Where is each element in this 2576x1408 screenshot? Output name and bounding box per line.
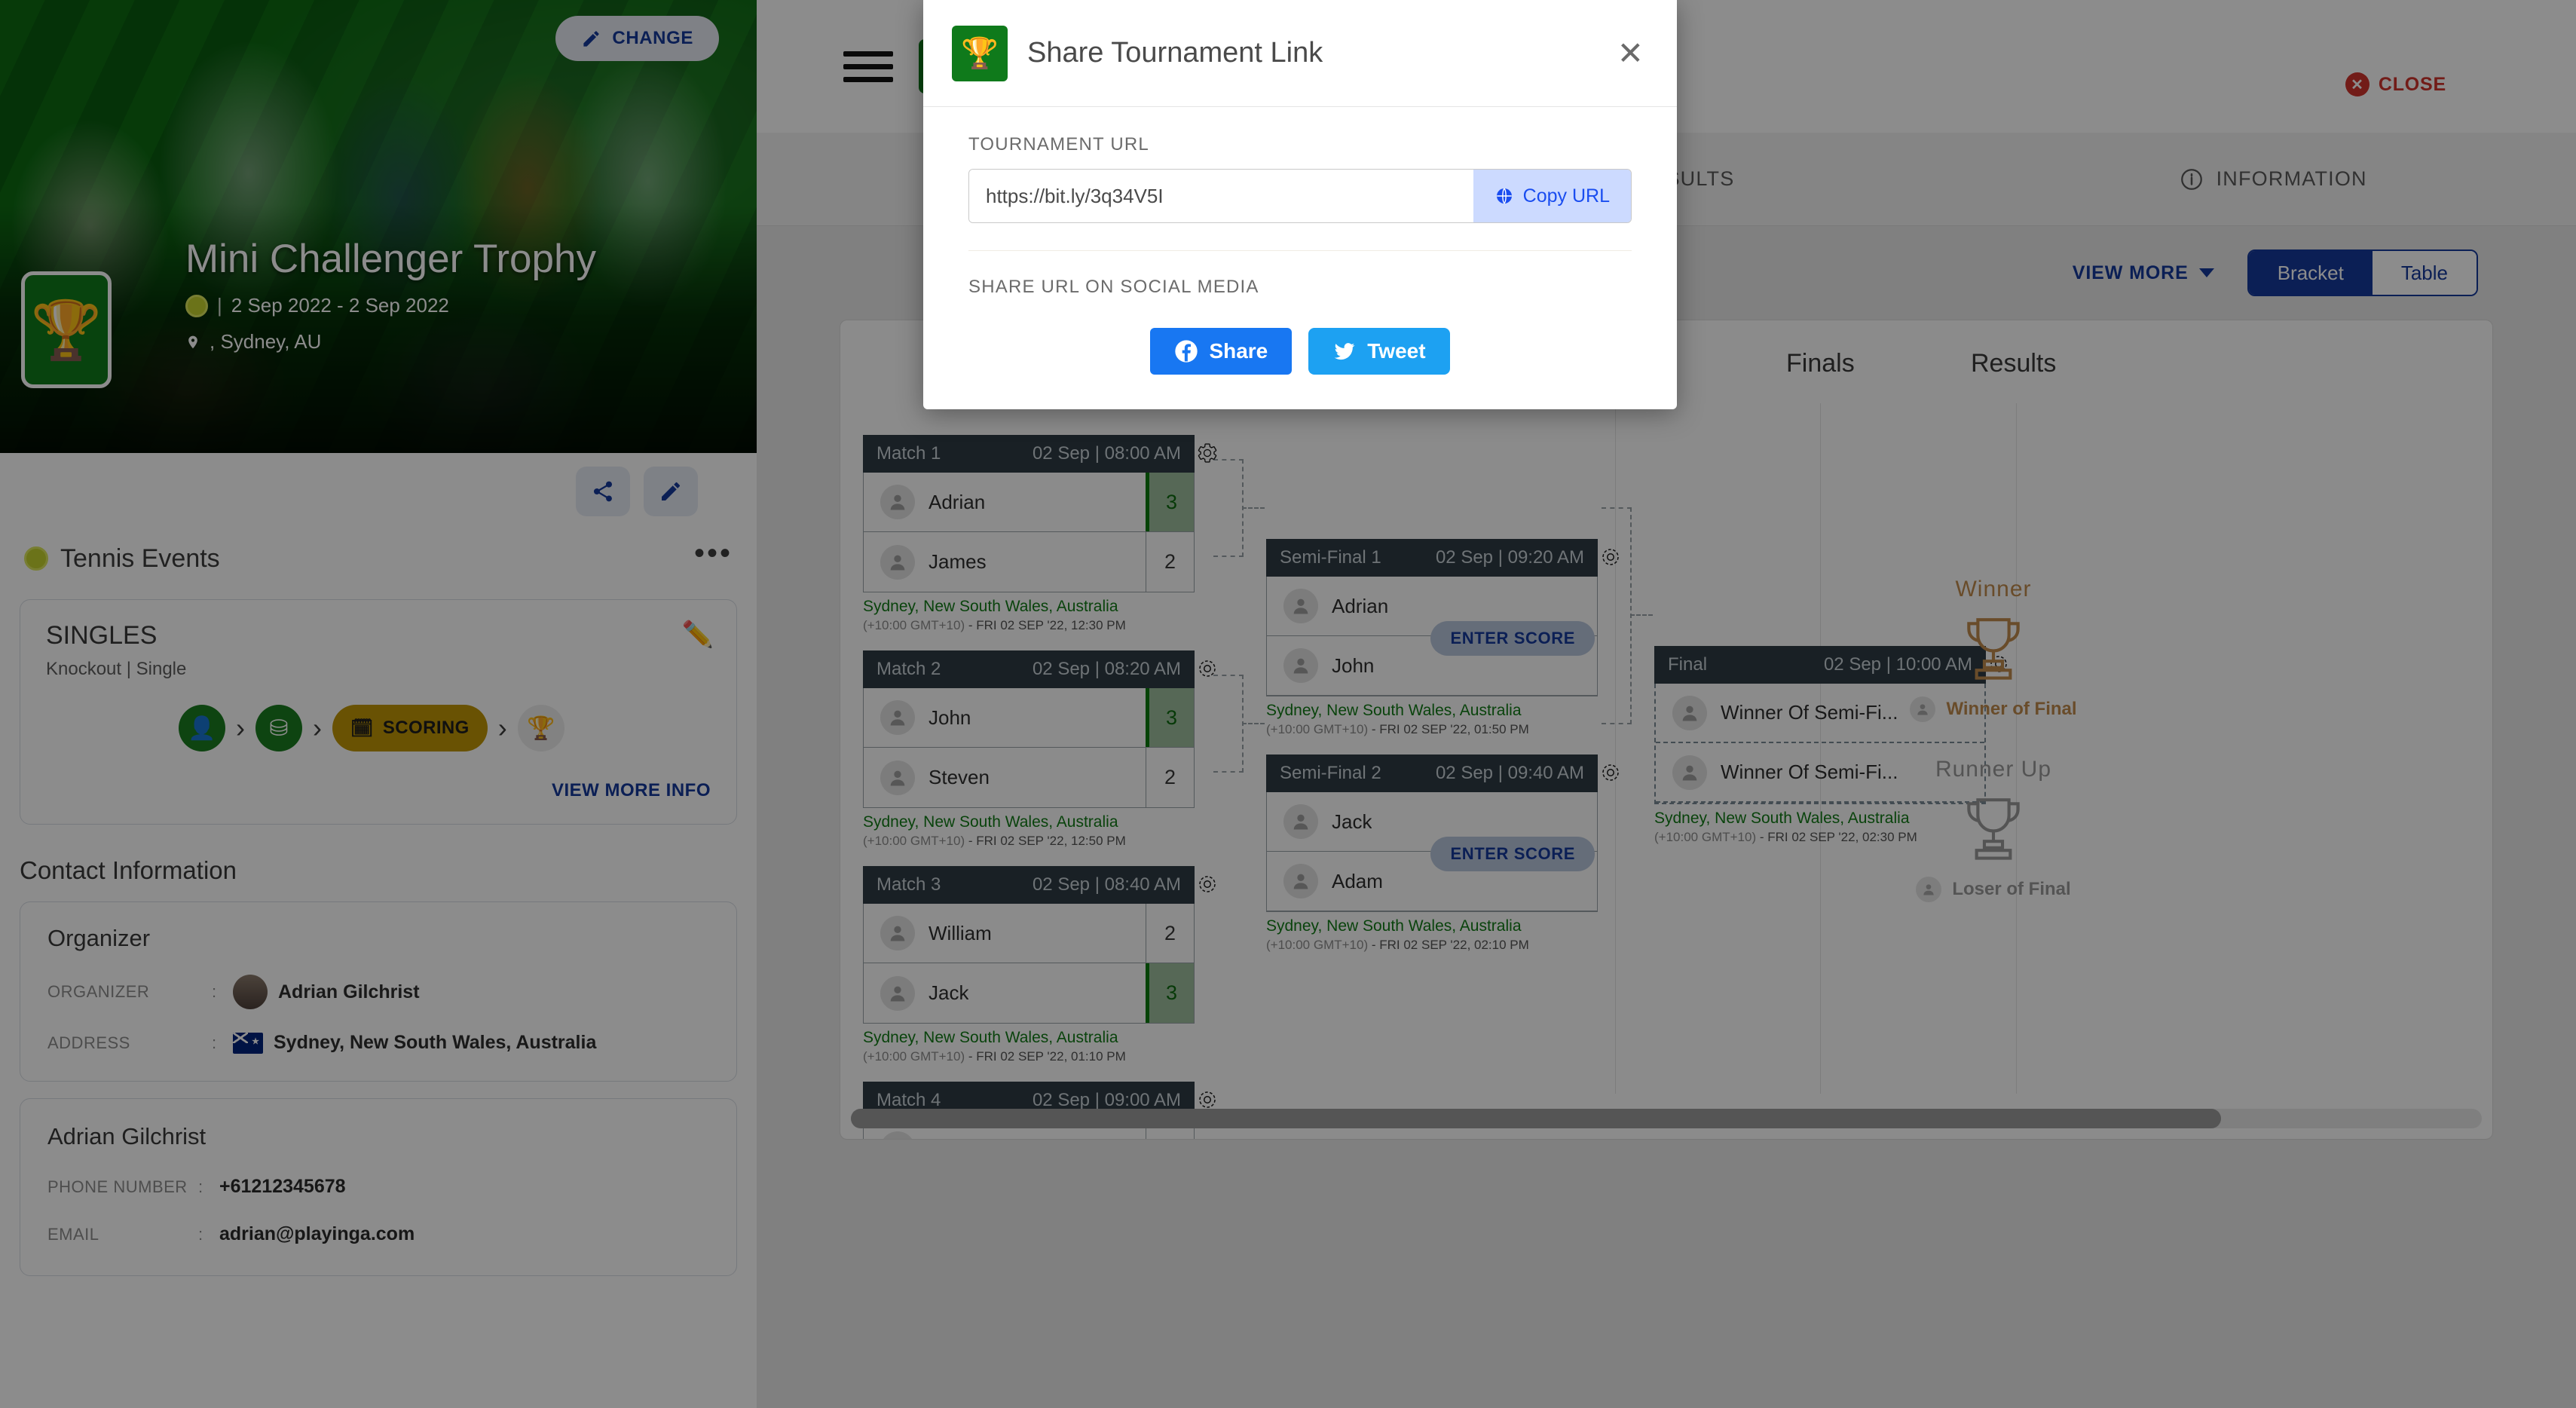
tournament-url-label: TOURNAMENT URL <box>968 134 1149 155</box>
share-tournament-modal: 🏆 Share Tournament Link ✕ TOURNAMENT URL… <box>923 0 1677 409</box>
twitter-tweet-label: Tweet <box>1367 339 1426 363</box>
social-share-label: SHARE URL ON SOCIAL MEDIA <box>968 277 1259 297</box>
twitter-icon <box>1334 343 1355 360</box>
facebook-share-button[interactable]: Share <box>1150 328 1293 375</box>
modal-title: Share Tournament Link <box>1027 37 1323 69</box>
facebook-icon <box>1175 340 1198 363</box>
copy-url-label: Copy URL <box>1522 185 1610 207</box>
facebook-share-label: Share <box>1209 339 1268 363</box>
tournament-url-row: Copy URL <box>968 169 1632 223</box>
globe-icon <box>1496 188 1512 204</box>
modal-header: 🏆 Share Tournament Link ✕ <box>923 0 1677 107</box>
social-buttons-row: Share Tweet <box>968 328 1632 375</box>
twitter-tweet-button[interactable]: Tweet <box>1308 328 1450 375</box>
modal-body: TOURNAMENT URL Copy URL SHARE URL ON SOC… <box>923 107 1677 409</box>
modal-tournament-logo: 🏆 <box>952 25 1008 81</box>
modal-close-icon[interactable]: ✕ <box>1613 37 1648 69</box>
tournament-url-input[interactable] <box>969 170 1473 222</box>
modal-divider <box>968 250 1632 251</box>
copy-url-button[interactable]: Copy URL <box>1473 170 1631 222</box>
